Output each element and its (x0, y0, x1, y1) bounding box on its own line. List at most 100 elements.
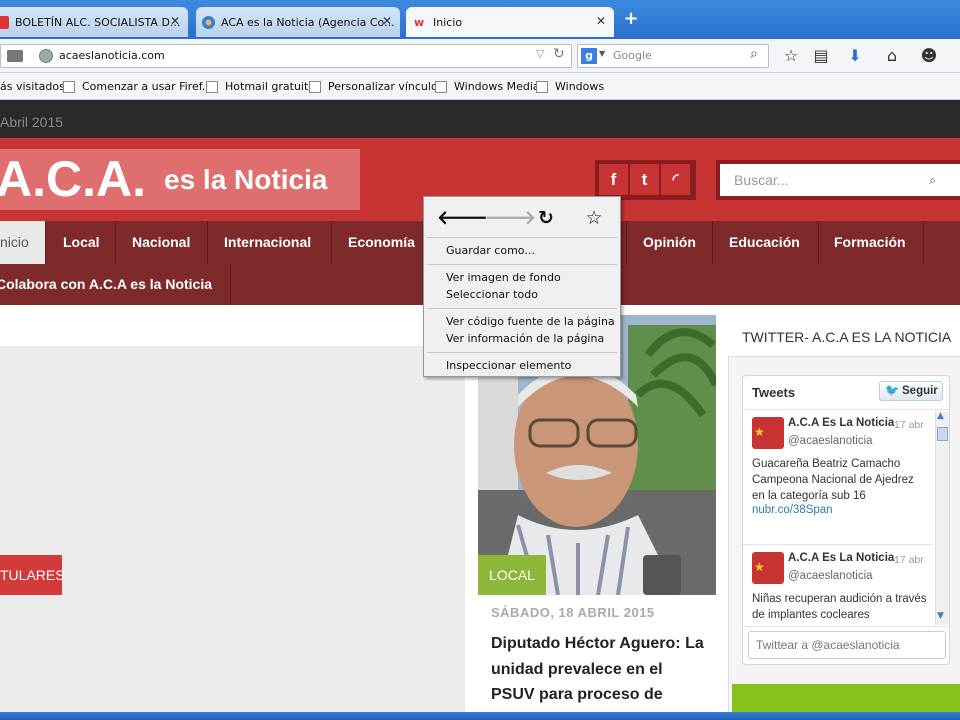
page-icon (309, 80, 321, 93)
bookmark-label: Personalizar vínculos (328, 80, 444, 93)
rss-icon[interactable]: ◜ (661, 164, 690, 195)
menu-item-colabora[interactable]: Colabora con A.C.A es la Noticia (0, 264, 231, 305)
page-icon (536, 80, 548, 93)
social-icon[interactable]: ☻ (917, 44, 941, 68)
twitter-bird-icon: 🐦 (885, 385, 900, 397)
back-arrow-icon[interactable]: 🡐 (437, 205, 488, 231)
star-icon: ★ (754, 560, 765, 574)
menu-item-internacional[interactable]: Internacional (208, 221, 332, 264)
bookmarks-bar: ás visitados Comenzar a usar Firef... Ho… (0, 73, 960, 100)
scroll-up-icon[interactable]: ▲ (937, 411, 944, 421)
current-date: Abril 2015 (0, 114, 64, 130)
identity-block-icon[interactable] (7, 50, 23, 62)
url-bar[interactable]: acaeslanoticia.com ▽ ↻ (0, 44, 572, 68)
menu-item-guardar-como[interactable]: Guardar como... (446, 244, 535, 257)
bookmark-label: Hotmail gratuito (225, 80, 316, 93)
forward-arrow-icon[interactable]: 🡒 (485, 205, 536, 231)
menu-item-seleccionar-todo[interactable]: Seleccionar todo (446, 288, 538, 301)
tweet-compose-input[interactable]: Twittear a @acaeslanoticia (748, 631, 946, 659)
tab-favicon-icon (0, 15, 9, 29)
social-links: f t ◜ (595, 160, 696, 200)
follow-button[interactable]: 🐦 Seguir (879, 381, 943, 401)
menu-item-ver-informacion[interactable]: Ver información de la página (446, 332, 604, 345)
bookmark-label: ás visitados (0, 80, 65, 93)
page-icon (63, 80, 75, 93)
follow-label: Seguir (902, 385, 938, 397)
home-icon[interactable]: ⌂ (880, 44, 904, 68)
search-icon[interactable]: ⌕ (929, 164, 936, 196)
facebook-icon[interactable]: f (599, 164, 628, 195)
bookmark-windows[interactable]: Windows (536, 80, 604, 93)
tweets-scrollbar[interactable]: ▲ ▼ (935, 411, 949, 625)
search-bar[interactable]: g ▼ Google ⌕ (577, 44, 769, 68)
joomla-favicon-icon (202, 15, 215, 29)
menu-item-inicio[interactable]: nicio (0, 221, 46, 264)
tweet-handle[interactable]: @acaeslanoticia (788, 570, 873, 582)
article-title[interactable]: Diputado Héctor Aguero: La unidad preval… (491, 631, 706, 708)
page-icon (435, 80, 447, 93)
bookmark-windows-media[interactable]: Windows Media (435, 80, 540, 93)
menu-separator (427, 308, 617, 309)
tweet-author[interactable]: A.C.A Es La Noticia (788, 552, 894, 564)
tweet-link[interactable]: nubr.co/38Span (752, 504, 833, 516)
scroll-thumb[interactable] (937, 427, 948, 441)
bookmark-label: Windows Media (454, 80, 540, 93)
menu-item-inspeccionar[interactable]: Inspeccionar elemento (446, 359, 571, 372)
bookmark-hotmail[interactable]: Hotmail gratuito (206, 80, 315, 93)
left-header-strip (0, 315, 465, 347)
tweet-date[interactable]: 17 abr (894, 419, 924, 431)
new-tab-button[interactable]: + (620, 8, 642, 30)
bookmark-personalizar[interactable]: Personalizar vínculos (309, 80, 443, 93)
google-engine-icon[interactable]: g (581, 48, 597, 64)
tab-inicio[interactable]: w Inicio ✕ (406, 7, 614, 37)
reload-icon[interactable]: ↻ (553, 46, 565, 62)
logo-main: A.C.A. (0, 151, 146, 207)
downloads-icon[interactable]: ⬇ (843, 44, 867, 68)
tab-aca[interactable]: ACA es la Noticia (Agencia Co... ✕ (196, 7, 400, 37)
reading-list-icon[interactable]: ▤ (809, 44, 833, 68)
search-icon[interactable]: ⌕ (750, 46, 758, 62)
url-dropdown-icon[interactable]: ▽ (536, 47, 544, 60)
tweet-handle[interactable]: @acaeslanoticia (788, 435, 873, 447)
twitter-icon[interactable]: t (630, 164, 659, 195)
close-tab-icon[interactable]: ✕ (382, 14, 392, 28)
url-text[interactable]: acaeslanoticia.com (59, 49, 165, 62)
site-search-input[interactable]: Buscar... ⌕ (720, 164, 960, 196)
menu-separator (427, 264, 617, 265)
bookmark-mas-visitados[interactable]: ás visitados (0, 80, 65, 93)
site-logo[interactable]: A.C.A. es la Noticia (0, 149, 360, 210)
tweet-author[interactable]: A.C.A Es La Noticia (788, 417, 894, 429)
bookmark-comenzar[interactable]: Comenzar a usar Firef... (63, 80, 212, 93)
context-menu: 🡐 🡒 ↻ ☆ Guardar como... Ver imagen de fo… (423, 196, 621, 377)
bookmark-star-icon[interactable]: ☆ (779, 44, 803, 68)
category-tag-local[interactable]: LOCAL (478, 555, 546, 595)
tab-label: BOLETÍN ALC. SOCIALISTA D... (15, 15, 181, 29)
globe-icon (39, 49, 53, 63)
menu-item-opinion[interactable]: Opinión (626, 221, 713, 264)
menu-item-educacion[interactable]: Educación (713, 221, 819, 264)
close-tab-icon[interactable]: ✕ (596, 14, 606, 28)
search-engine-placeholder: Google (613, 49, 652, 62)
titulares-label[interactable]: TULARES (0, 555, 65, 595)
menu-item-formacion[interactable]: Formación (819, 221, 924, 264)
menu-item-ver-codigo-fuente[interactable]: Ver código fuente de la página (446, 315, 615, 328)
logo-sub: es la Noticia (164, 164, 328, 195)
menu-item-ver-imagen-fondo[interactable]: Ver imagen de fondo (446, 271, 561, 284)
tweet-text: Niñas recuperan audición a través de imp… (752, 593, 927, 621)
reload-icon[interactable]: ↻ (533, 205, 559, 231)
tab-boletin[interactable]: BOLETÍN ALC. SOCIALISTA D... ✕ (0, 7, 188, 37)
site-search: Buscar... ⌕ (716, 160, 960, 200)
site-favicon-icon: w (414, 15, 425, 29)
scroll-down-icon[interactable]: ▼ (937, 611, 944, 621)
engine-dropdown-icon[interactable]: ▼ (599, 49, 605, 58)
menu-item-economia[interactable]: Economía (332, 221, 424, 264)
avatar[interactable]: ★ (752, 552, 784, 584)
site-search-placeholder: Buscar... (734, 172, 789, 188)
avatar[interactable]: ★ (752, 417, 784, 449)
bookmark-label: Comenzar a usar Firef... (82, 80, 213, 93)
tweet-date[interactable]: 17 abr (894, 554, 924, 566)
close-tab-icon[interactable]: ✕ (170, 14, 180, 28)
menu-item-local[interactable]: Local (46, 221, 116, 264)
bookmark-star-icon[interactable]: ☆ (581, 205, 607, 231)
menu-item-nacional[interactable]: Nacional (116, 221, 208, 264)
